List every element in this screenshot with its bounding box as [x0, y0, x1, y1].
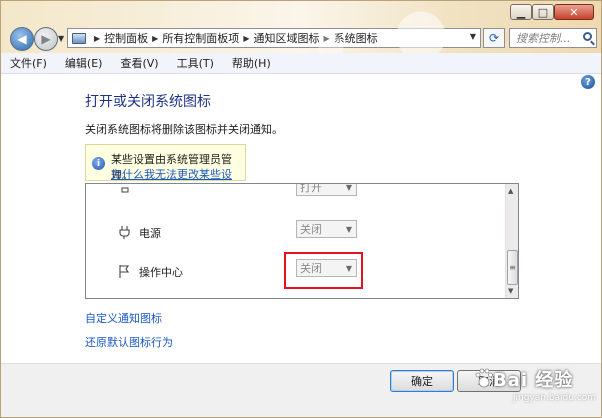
- forward-button[interactable]: ▶: [34, 27, 58, 51]
- breadcrumb-control-panel[interactable]: 控制面板: [104, 30, 148, 46]
- maximize-button[interactable]: □: [532, 4, 554, 20]
- power-behavior-select[interactable]: 关闭 ▼: [296, 220, 357, 238]
- admin-info-box: i 某些设置由系统管理员管理。 为什么我无法更改某些设置?: [85, 144, 246, 197]
- address-bar[interactable]: ▶ 控制面板 ▶ 所有控制面板项 ▶ 通知区域图标 ▶ 系统图标 ▼: [67, 28, 481, 48]
- forward-arrow-icon: ▶: [41, 32, 51, 46]
- scroll-up-icon[interactable]: ▲: [508, 187, 513, 195]
- recent-pages-dropdown[interactable]: ▼: [58, 34, 64, 43]
- refresh-icon: ⟳: [488, 31, 500, 45]
- list-item: 打开 ▼: [86, 183, 506, 202]
- row-label-action-center: 操作中心: [139, 266, 183, 279]
- refresh-button[interactable]: ⟳: [483, 28, 505, 48]
- back-button[interactable]: ◀: [10, 27, 34, 51]
- search-icon[interactable]: [583, 32, 592, 41]
- chevron-down-icon: ▼: [345, 225, 352, 234]
- breadcrumb-notification-icons[interactable]: 通知区域图标: [253, 30, 319, 46]
- ok-button[interactable]: 确定: [390, 370, 454, 392]
- baidu-paw-logo-icon: [475, 368, 493, 388]
- row-label-power: 电源: [139, 227, 161, 240]
- help-icon[interactable]: ?: [581, 75, 595, 89]
- minimize-button[interactable]: ▁: [510, 4, 532, 20]
- volume-icon: [121, 187, 129, 193]
- menu-help[interactable]: 帮助(H): [223, 55, 280, 71]
- search-input[interactable]: 搜索控制...: [509, 28, 597, 48]
- menu-tools[interactable]: 工具(T): [168, 55, 223, 71]
- title-bar: ▁ □ ✕ ◀ ▶ ▼ ▶ 控制面板 ▶ 所有控制面板项 ▶ 通知区域图标 ▶ …: [1, 1, 601, 53]
- customize-notification-icons-link[interactable]: 自定义通知图标: [85, 310, 162, 326]
- behavior-select[interactable]: 打开 ▼: [296, 183, 357, 196]
- menu-view[interactable]: 查看(V): [111, 55, 167, 71]
- scroll-down-icon[interactable]: ▼: [508, 287, 513, 295]
- list-scrollbar[interactable]: ▲ ≡ ▼: [505, 184, 518, 298]
- close-button[interactable]: ✕: [554, 4, 594, 20]
- watermark-text: Bai 经验: [493, 370, 574, 391]
- menu-edit[interactable]: 编辑(E): [56, 55, 112, 71]
- power-plug-icon: [119, 226, 130, 239]
- control-panel-window: ▁ □ ✕ ◀ ▶ ▼ ▶ 控制面板 ▶ 所有控制面板项 ▶ 通知区域图标 ▶ …: [0, 0, 602, 418]
- chevron-right-icon[interactable]: ▶: [323, 34, 329, 43]
- scroll-thumb[interactable]: ≡: [507, 250, 518, 285]
- chevron-right-icon[interactable]: ▶: [243, 34, 249, 43]
- menu-bar: 文件(F) 编辑(E) 查看(V) 工具(T) 帮助(H): [1, 53, 601, 74]
- page-title: 打开或关闭系统图标: [85, 94, 211, 110]
- breadcrumb-all-items[interactable]: 所有控制面板项: [162, 30, 239, 46]
- control-panel-icon: [72, 32, 86, 44]
- chevron-right-icon[interactable]: ▶: [152, 34, 158, 43]
- power-select-value: 关闭: [300, 223, 322, 236]
- info-icon: i: [92, 157, 105, 170]
- chevron-right-icon[interactable]: ▶: [94, 34, 100, 43]
- behavior-select-value: 打开: [300, 183, 322, 194]
- page-description: 关闭系统图标将删除该图标并关闭通知。: [85, 123, 283, 136]
- menu-file[interactable]: 文件(F): [1, 55, 56, 71]
- list-item: 电源 关闭 ▼: [86, 220, 506, 244]
- back-arrow-icon: ◀: [17, 32, 27, 46]
- breadcrumb-system-icons[interactable]: 系统图标: [334, 30, 378, 46]
- watermark-subtext: jingyan.baidu.com: [513, 393, 597, 403]
- address-dropdown-icon[interactable]: ▼: [470, 32, 476, 41]
- restore-default-behavior-link[interactable]: 还原默认图标行为: [85, 334, 173, 350]
- chevron-down-icon: ▼: [345, 183, 352, 192]
- annotation-highlight-box: [284, 252, 363, 289]
- flag-icon: [119, 265, 130, 278]
- search-placeholder: 搜索控制...: [516, 32, 571, 45]
